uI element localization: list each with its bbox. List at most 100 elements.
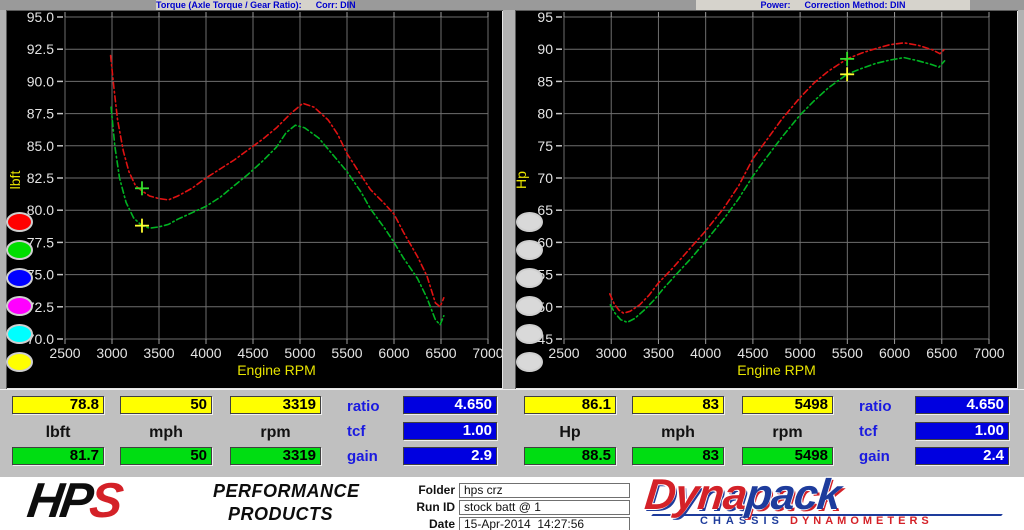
chart-region: 95.092.590.087.585.082.580.077.575.072.5… <box>0 10 1024 389</box>
channel-button-right-3[interactable] <box>516 296 543 316</box>
dynapack-dyna: Dyna <box>643 471 749 519</box>
svg-text:4500: 4500 <box>237 345 268 361</box>
svg-text:70: 70 <box>537 170 553 186</box>
folder-label: Folder <box>400 483 455 498</box>
right-run-value-Hp: 88.5 <box>524 447 616 465</box>
left-run-value-mph: 50 <box>120 447 212 465</box>
right-stat-value-gain: 2.4 <box>915 447 1009 465</box>
right-stat-label-ratio: ratio <box>859 398 909 415</box>
channel-button-right-4[interactable] <box>516 324 543 344</box>
right-run-value-mph: 83 <box>632 447 724 465</box>
power-correction-text: Correction Method: DIN <box>805 0 906 10</box>
left-stat-value-tcf: 1.00 <box>403 422 497 440</box>
power-title-text: Power: <box>760 0 790 10</box>
run-id-label: Run ID <box>400 500 455 515</box>
left-cursor-value-mph: 50 <box>120 396 212 414</box>
svg-text:87.5: 87.5 <box>27 106 54 122</box>
svg-text:4000: 4000 <box>190 345 221 361</box>
svg-text:lbft: lbft <box>7 171 23 190</box>
power-chart[interactable]: 9590858075706560555045250030003500400045… <box>515 10 1018 389</box>
svg-text:7000: 7000 <box>472 345 503 361</box>
left-stat-label-gain: gain <box>347 448 397 465</box>
right-stat-label-gain: gain <box>859 448 909 465</box>
left-cursor-value-lbft: 78.8 <box>12 396 104 414</box>
left-run-value-lbft: 81.7 <box>12 447 104 465</box>
readout-table-region: 78.8503319lbftmphrpm81.7503319ratio4.650… <box>0 389 1024 477</box>
svg-text:90: 90 <box>537 41 553 57</box>
channel-button-left-1[interactable] <box>6 240 33 260</box>
svg-text:3500: 3500 <box>143 345 174 361</box>
right-cursor-value-rpm: 5498 <box>742 396 833 414</box>
svg-text:3000: 3000 <box>96 345 127 361</box>
svg-text:6000: 6000 <box>879 345 910 361</box>
right-unit-label-rpm: rpm <box>742 424 833 440</box>
footer: HPS PERFORMANCE PRODUCTS Folder hps crz … <box>0 477 1024 530</box>
right-cursor-value-Hp: 86.1 <box>524 396 616 414</box>
torque-title-text: Torque (Axle Torque / Gear Ratio): <box>156 0 302 10</box>
folder-field[interactable]: hps crz <box>459 483 630 498</box>
channel-button-left-2[interactable] <box>6 268 33 288</box>
channel-button-left-0[interactable] <box>6 212 33 232</box>
hps-products-text: PRODUCTS <box>228 504 333 525</box>
hps-logo: HPS <box>24 473 124 529</box>
svg-text:5500: 5500 <box>832 345 863 361</box>
left-stat-value-ratio: 4.650 <box>403 396 497 414</box>
right-cursor-value-mph: 83 <box>632 396 724 414</box>
chart-header-bar: Torque (Axle Torque / Gear Ratio): Corr: … <box>0 0 1024 10</box>
channel-button-right-0[interactable] <box>516 212 543 232</box>
left-run-value-rpm: 3319 <box>230 447 321 465</box>
dyno-software-window: Torque (Axle Torque / Gear Ratio): Corr: … <box>0 0 1024 530</box>
channel-button-right-1[interactable] <box>516 240 543 260</box>
torque-chart[interactable]: 95.092.590.087.585.082.580.077.575.072.5… <box>6 10 503 389</box>
hps-logo-s: S <box>86 474 123 528</box>
dynapack-chassis-text: CHASSIS <box>700 515 784 527</box>
left-stat-label-tcf: tcf <box>347 423 397 440</box>
channel-button-left-5[interactable] <box>6 352 33 372</box>
svg-text:2500: 2500 <box>49 345 80 361</box>
svg-text:95: 95 <box>537 10 553 25</box>
left-unit-label-rpm: rpm <box>230 424 321 440</box>
torque-chart-panel[interactable]: 95.092.590.087.585.082.580.077.575.072.5… <box>6 10 503 389</box>
hps-logo-hp: HP <box>24 474 94 528</box>
date-label: Date <box>400 517 455 530</box>
run-id-field[interactable]: stock batt @ 1 <box>459 500 630 515</box>
channel-button-right-2[interactable] <box>516 268 543 288</box>
right-unit-label-mph: mph <box>632 424 724 440</box>
date-field[interactable]: 15-Apr-2014 14:27:56 <box>459 517 630 530</box>
channel-button-left-3[interactable] <box>6 296 33 316</box>
right-unit-label-Hp: Hp <box>524 424 616 440</box>
svg-text:4500: 4500 <box>737 345 768 361</box>
left-unit-label-mph: mph <box>120 424 212 440</box>
power-chart-title: Power: Correction Method: DIN <box>696 0 970 10</box>
hps-performance-text: PERFORMANCE <box>213 481 360 502</box>
dynapack-logo: Dynapack <box>642 471 842 520</box>
svg-text:Engine RPM: Engine RPM <box>237 362 316 378</box>
svg-text:5500: 5500 <box>331 345 362 361</box>
left-stat-label-ratio: ratio <box>347 398 397 415</box>
power-chart-panel[interactable]: 9590858075706560555045250030003500400045… <box>515 10 1018 389</box>
svg-text:3000: 3000 <box>596 345 627 361</box>
svg-text:Hp: Hp <box>515 171 529 189</box>
svg-text:82.5: 82.5 <box>27 170 54 186</box>
right-stat-value-ratio: 4.650 <box>915 396 1009 414</box>
torque-chart-title: Torque (Axle Torque / Gear Ratio):Corr: … <box>156 0 348 10</box>
right-stat-value-tcf: 1.00 <box>915 422 1009 440</box>
svg-text:85.0: 85.0 <box>27 138 54 154</box>
torque-correction-text: Corr: DIN <box>316 0 356 10</box>
svg-text:85: 85 <box>537 73 553 89</box>
left-stat-value-gain: 2.9 <box>403 447 497 465</box>
svg-text:6500: 6500 <box>926 345 957 361</box>
left-cursor-value-rpm: 3319 <box>230 396 321 414</box>
svg-text:2500: 2500 <box>548 345 579 361</box>
svg-text:80: 80 <box>537 106 553 122</box>
left-unit-label-lbft: lbft <box>12 424 104 440</box>
svg-text:Engine RPM: Engine RPM <box>737 362 816 378</box>
svg-text:75: 75 <box>537 138 553 154</box>
svg-text:92.5: 92.5 <box>27 41 54 57</box>
dynapack-dynamometers-text: DYNAMOMETERS <box>790 515 933 527</box>
svg-text:6000: 6000 <box>378 345 409 361</box>
right-stat-label-tcf: tcf <box>859 423 909 440</box>
channel-button-left-4[interactable] <box>6 324 33 344</box>
svg-text:4000: 4000 <box>690 345 721 361</box>
channel-button-right-5[interactable] <box>516 352 543 372</box>
